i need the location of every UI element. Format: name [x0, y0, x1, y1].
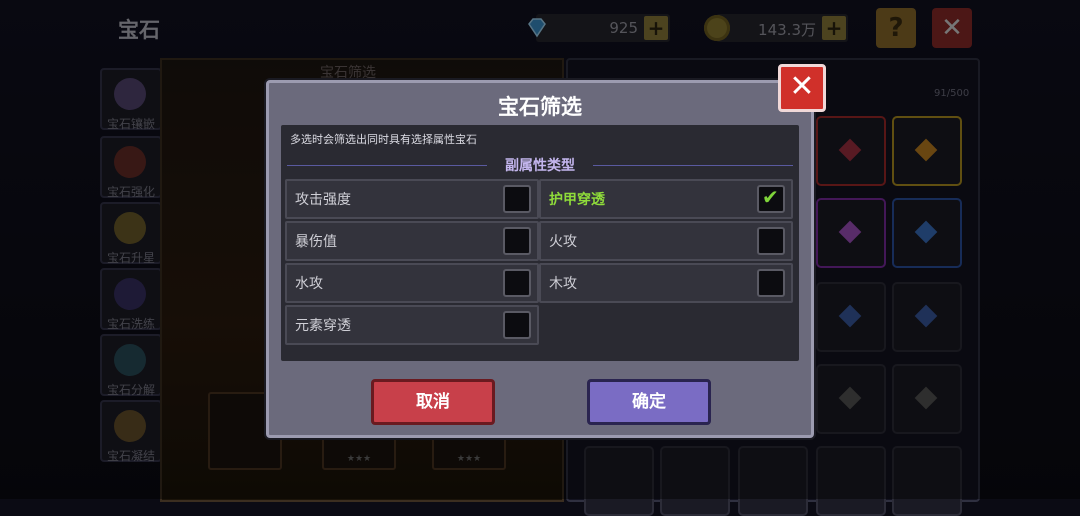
filter-option-armor-pen[interactable]: 护甲穿透 ✔ — [539, 179, 793, 219]
filter-option-water[interactable]: 水攻 — [285, 263, 539, 303]
filter-list: 多选时会筛选出同时具有选择属性宝石 副属性类型 攻击强度 护甲穿透 ✔ 暴伤值 … — [281, 125, 799, 361]
cancel-button[interactable]: 取消 — [371, 379, 495, 425]
checkbox[interactable] — [503, 227, 531, 255]
checkbox[interactable] — [503, 311, 531, 339]
checkbox[interactable] — [503, 269, 531, 297]
option-label: 暴伤值 — [295, 234, 337, 250]
filter-option-crit-dmg[interactable]: 暴伤值 — [285, 221, 539, 261]
option-label: 元素穿透 — [295, 318, 351, 334]
dialog-title: 宝石筛选 — [498, 95, 582, 119]
filter-option-element-pen[interactable]: 元素穿透 — [285, 305, 539, 345]
close-dialog-button[interactable]: ✕ — [778, 64, 826, 112]
check-icon: ✔ — [762, 185, 779, 209]
filter-option-fire[interactable]: 火攻 — [539, 221, 793, 261]
option-label: 攻击强度 — [295, 192, 351, 208]
checkbox[interactable] — [503, 185, 531, 213]
checkbox[interactable] — [757, 269, 785, 297]
checkbox[interactable] — [757, 227, 785, 255]
divider — [593, 165, 793, 166]
option-label: 水攻 — [295, 276, 323, 292]
confirm-button[interactable]: 确定 — [587, 379, 711, 425]
filter-hint: 多选时会筛选出同时具有选择属性宝石 — [290, 133, 477, 146]
option-label: 木攻 — [549, 276, 577, 292]
filter-option-wood[interactable]: 木攻 — [539, 263, 793, 303]
checkbox[interactable]: ✔ — [757, 185, 785, 213]
gem-filter-dialog: 宝石筛选 多选时会筛选出同时具有选择属性宝石 副属性类型 攻击强度 护甲穿透 ✔… — [266, 80, 814, 438]
filter-option-attack[interactable]: 攻击强度 — [285, 179, 539, 219]
option-label: 火攻 — [549, 234, 577, 250]
option-label: 护甲穿透 — [549, 192, 605, 208]
